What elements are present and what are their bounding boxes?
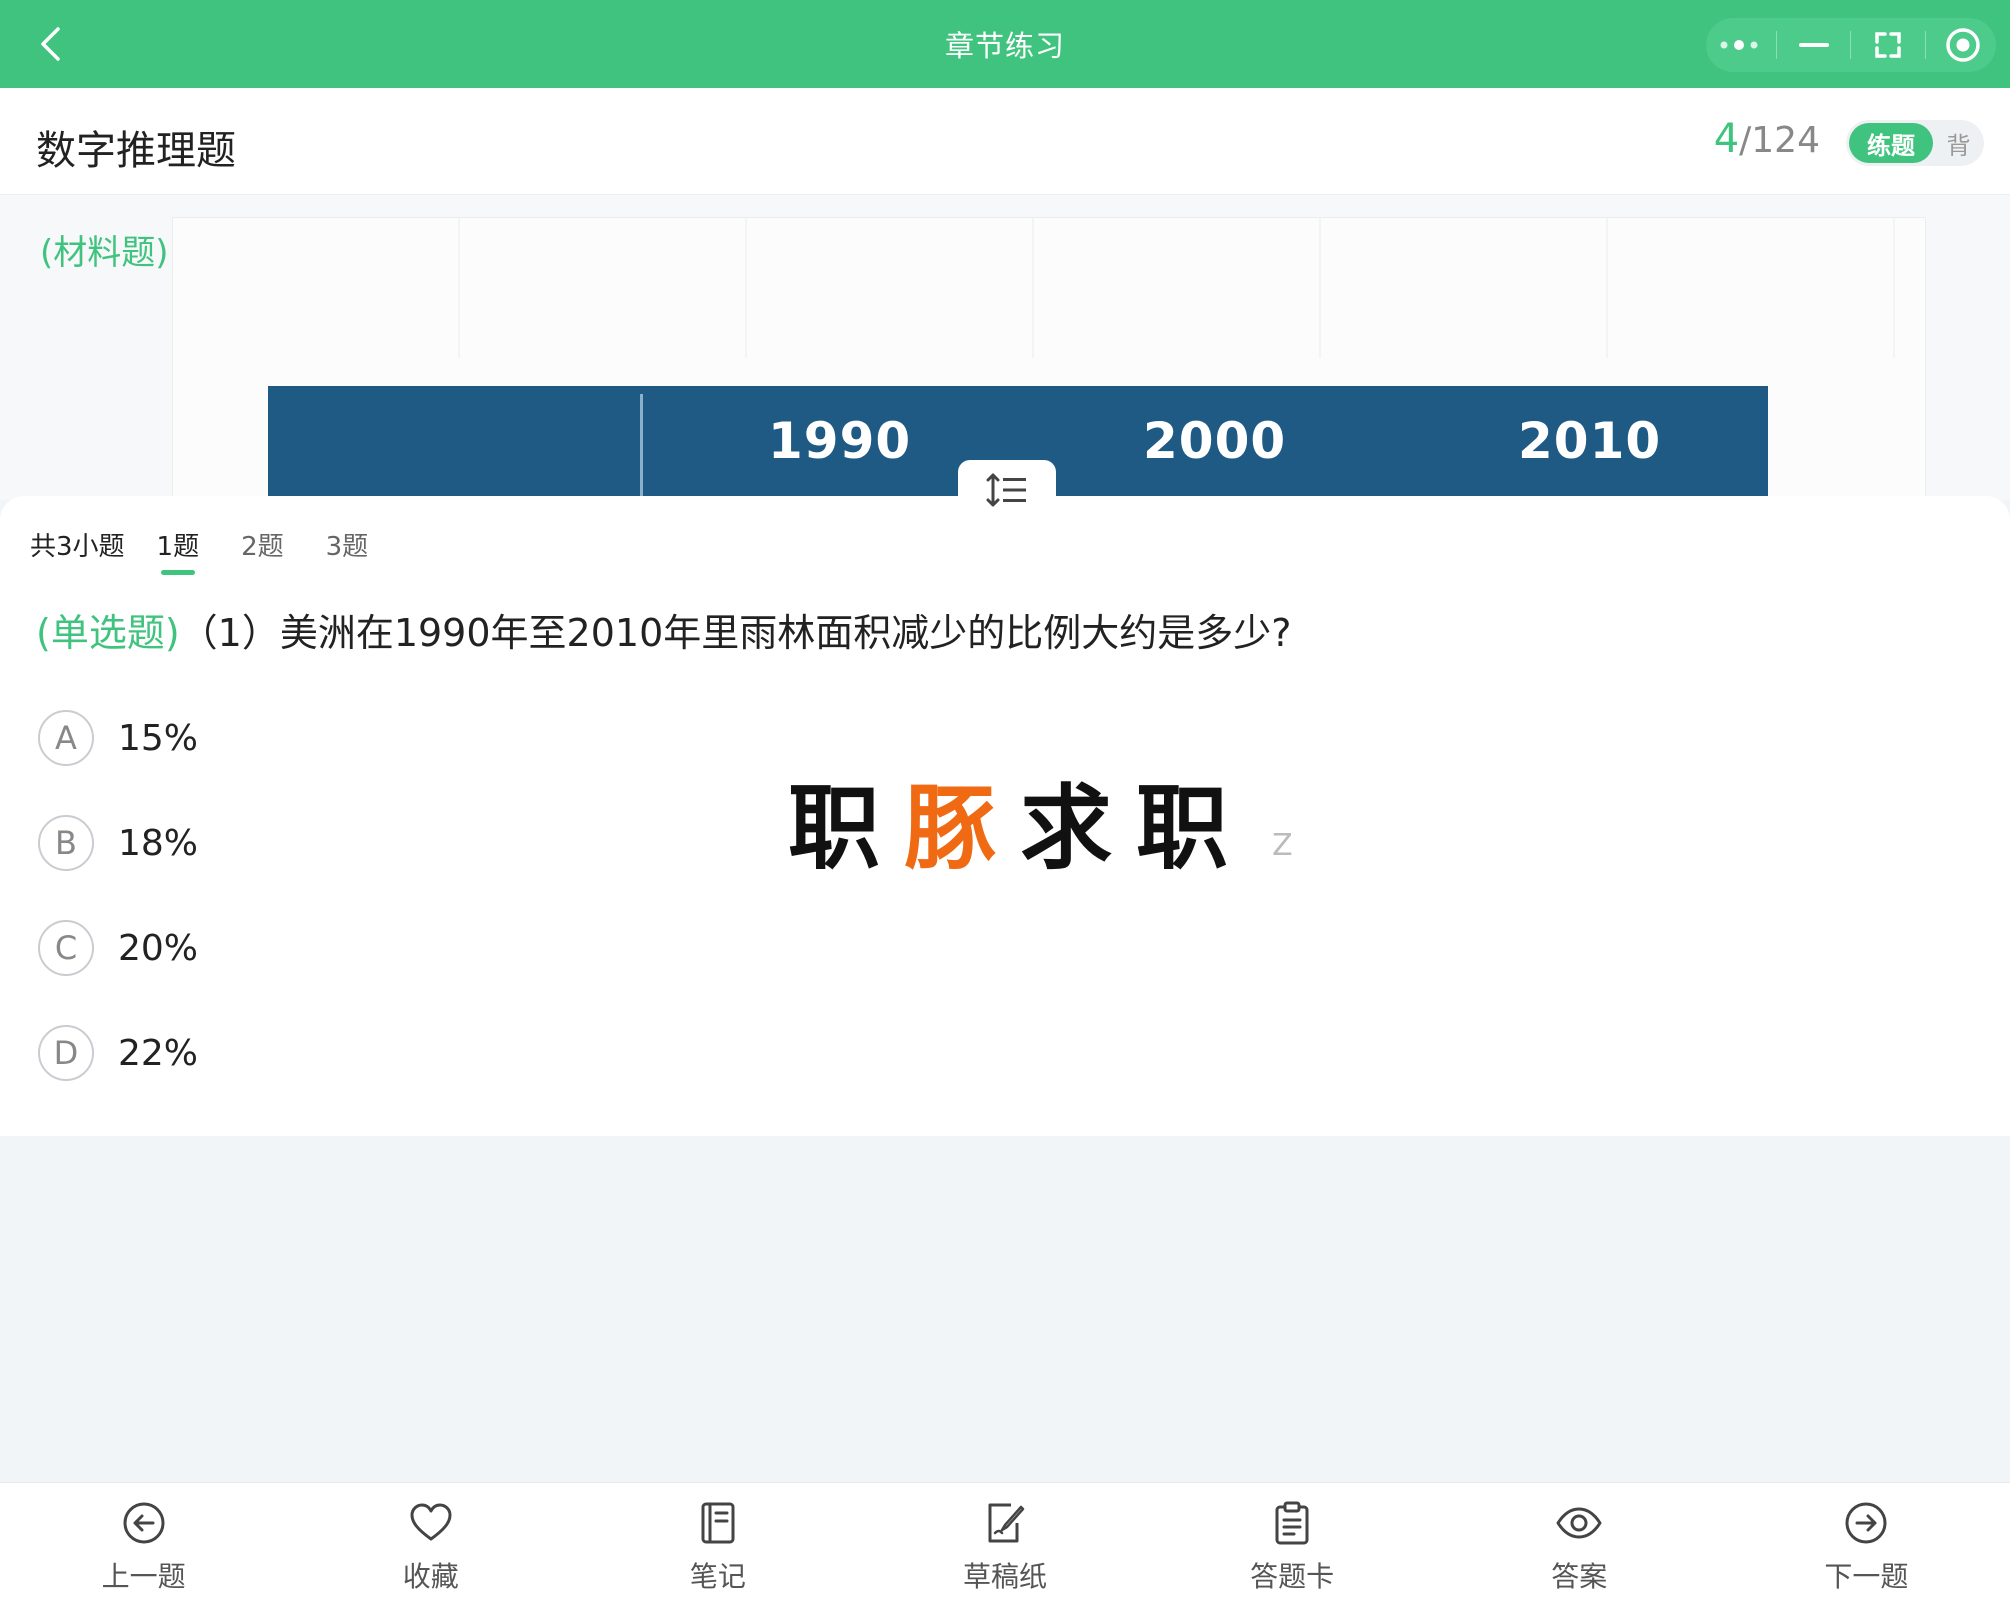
eye-icon — [1556, 1507, 1602, 1539]
panel-drag-handle[interactable] — [958, 460, 1056, 520]
material-tag: (材料题) — [40, 233, 169, 273]
watermark-char: 职 — [1136, 775, 1229, 882]
question-progress: 4/124 — [1714, 116, 1820, 162]
restore-icon — [1875, 32, 1901, 58]
year-1990: 1990 — [768, 412, 912, 470]
table-divider — [640, 394, 643, 498]
progress-current: 4 — [1713, 116, 1740, 162]
option-letter: A — [38, 710, 94, 766]
next-question-button[interactable]: 下一题 — [1723, 1483, 2010, 1598]
option-b[interactable]: B 18% — [38, 815, 198, 871]
capsule-divider — [1924, 31, 1926, 59]
show-answer-button[interactable]: 答案 — [1436, 1483, 1723, 1598]
nav-label: 答题卡 — [1250, 1560, 1335, 1593]
year-2000: 2000 — [1143, 412, 1287, 470]
draft-paper-icon — [988, 1503, 1025, 1543]
nav-label: 笔记 — [689, 1560, 746, 1593]
clipboard-icon — [1275, 1501, 1309, 1545]
more-icon — [1720, 40, 1758, 50]
back-button[interactable] — [28, 22, 72, 66]
material-image: 1990 2000 2010 — [172, 217, 1926, 499]
capsule-divider — [1850, 31, 1852, 59]
question-stem: (单选题)（1）美洲在1990年至2010年里雨林面积减少的比例大约是多少? — [36, 602, 1291, 657]
close-circle-icon — [1945, 28, 1980, 62]
close-button[interactable] — [1933, 21, 1993, 69]
section-header: 数字推理题 4/124 练题 背 — [0, 88, 2010, 195]
next-circle-icon — [1845, 1502, 1887, 1544]
page-title: 数字推理题 — [36, 128, 236, 174]
bottom-toolbar: 上一题 收藏 笔记 草稿纸 答题卡 答案 下一题 — [0, 1482, 2010, 1598]
option-c[interactable]: C 20% — [38, 920, 198, 976]
nav-label: 收藏 — [402, 1560, 459, 1593]
minimize-icon — [1798, 43, 1829, 47]
mode-toggle[interactable]: 练题 背 — [1846, 120, 1984, 166]
minimize-button[interactable] — [1784, 21, 1844, 69]
prev-question-button[interactable]: 上一题 — [0, 1483, 287, 1598]
watermark-z: Z — [1272, 828, 1293, 863]
prev-circle-icon — [123, 1502, 165, 1544]
watermark-char: 职 — [788, 775, 881, 882]
option-text: 18% — [118, 822, 199, 864]
option-d[interactable]: D 22% — [38, 1025, 198, 1081]
capsule-divider — [1776, 31, 1778, 59]
tab-subquestion-3[interactable]: 3题 — [326, 526, 369, 563]
question-text: （1）美洲在1990年至2010年里雨林面积减少的比例大约是多少? — [179, 611, 1292, 655]
progress-slash: / — [1739, 120, 1752, 161]
progress-total: 124 — [1751, 120, 1820, 161]
nav-label: 上一题 — [101, 1560, 186, 1593]
tab-subquestion-2[interactable]: 2题 — [241, 526, 284, 563]
notes-button[interactable]: 笔记 — [574, 1483, 861, 1598]
practice-mode-button[interactable]: 练题 — [1849, 123, 1933, 163]
watermark: 职 豚 求 职 Z — [788, 754, 1293, 887]
window-capsule — [1706, 18, 1996, 72]
nav-label: 草稿纸 — [962, 1560, 1047, 1593]
option-text: 22% — [118, 1032, 199, 1074]
option-a[interactable]: A 15% — [38, 710, 198, 766]
year-2010: 2010 — [1518, 412, 1662, 470]
option-text: 15% — [118, 717, 199, 759]
line-spacing-icon — [986, 473, 1026, 507]
nav-label: 答案 — [1551, 1560, 1608, 1593]
subquestion-count: 共3小题 — [30, 532, 125, 562]
answer-sheet-button[interactable]: 答题卡 — [1149, 1483, 1436, 1598]
notebook-icon — [701, 1502, 735, 1544]
draft-paper-button[interactable]: 草稿纸 — [861, 1483, 1148, 1598]
more-button[interactable] — [1709, 21, 1769, 69]
back-icon — [41, 27, 60, 61]
tab-subquestion-1[interactable]: 1题 — [157, 526, 199, 575]
material-area: (材料题) 1990 2000 2010 — [0, 195, 2010, 500]
question-type-label: (单选题) — [36, 611, 180, 655]
faded-table-lines — [173, 218, 1925, 358]
heart-icon — [410, 1503, 452, 1541]
watermark-char: 豚 — [904, 775, 997, 882]
option-letter: D — [38, 1025, 94, 1081]
recite-mode-button[interactable]: 背 — [1933, 126, 1984, 161]
subquestion-tabs: 共3小题 1题 2题 3题 — [30, 526, 410, 575]
option-letter: B — [38, 815, 94, 871]
title-bar: 章节练习 — [0, 0, 2010, 88]
restore-button[interactable] — [1858, 21, 1918, 69]
watermark-char: 求 — [1020, 775, 1113, 882]
option-text: 20% — [118, 927, 199, 969]
favorite-button[interactable]: 收藏 — [287, 1483, 574, 1598]
question-panel: 共3小题 1题 2题 3题 (单选题)（1）美洲在1990年至2010年里雨林面… — [0, 496, 2010, 1136]
option-letter: C — [38, 920, 94, 976]
nav-label: 下一题 — [1824, 1560, 1909, 1593]
page-header-title: 章节练习 — [944, 29, 1065, 63]
